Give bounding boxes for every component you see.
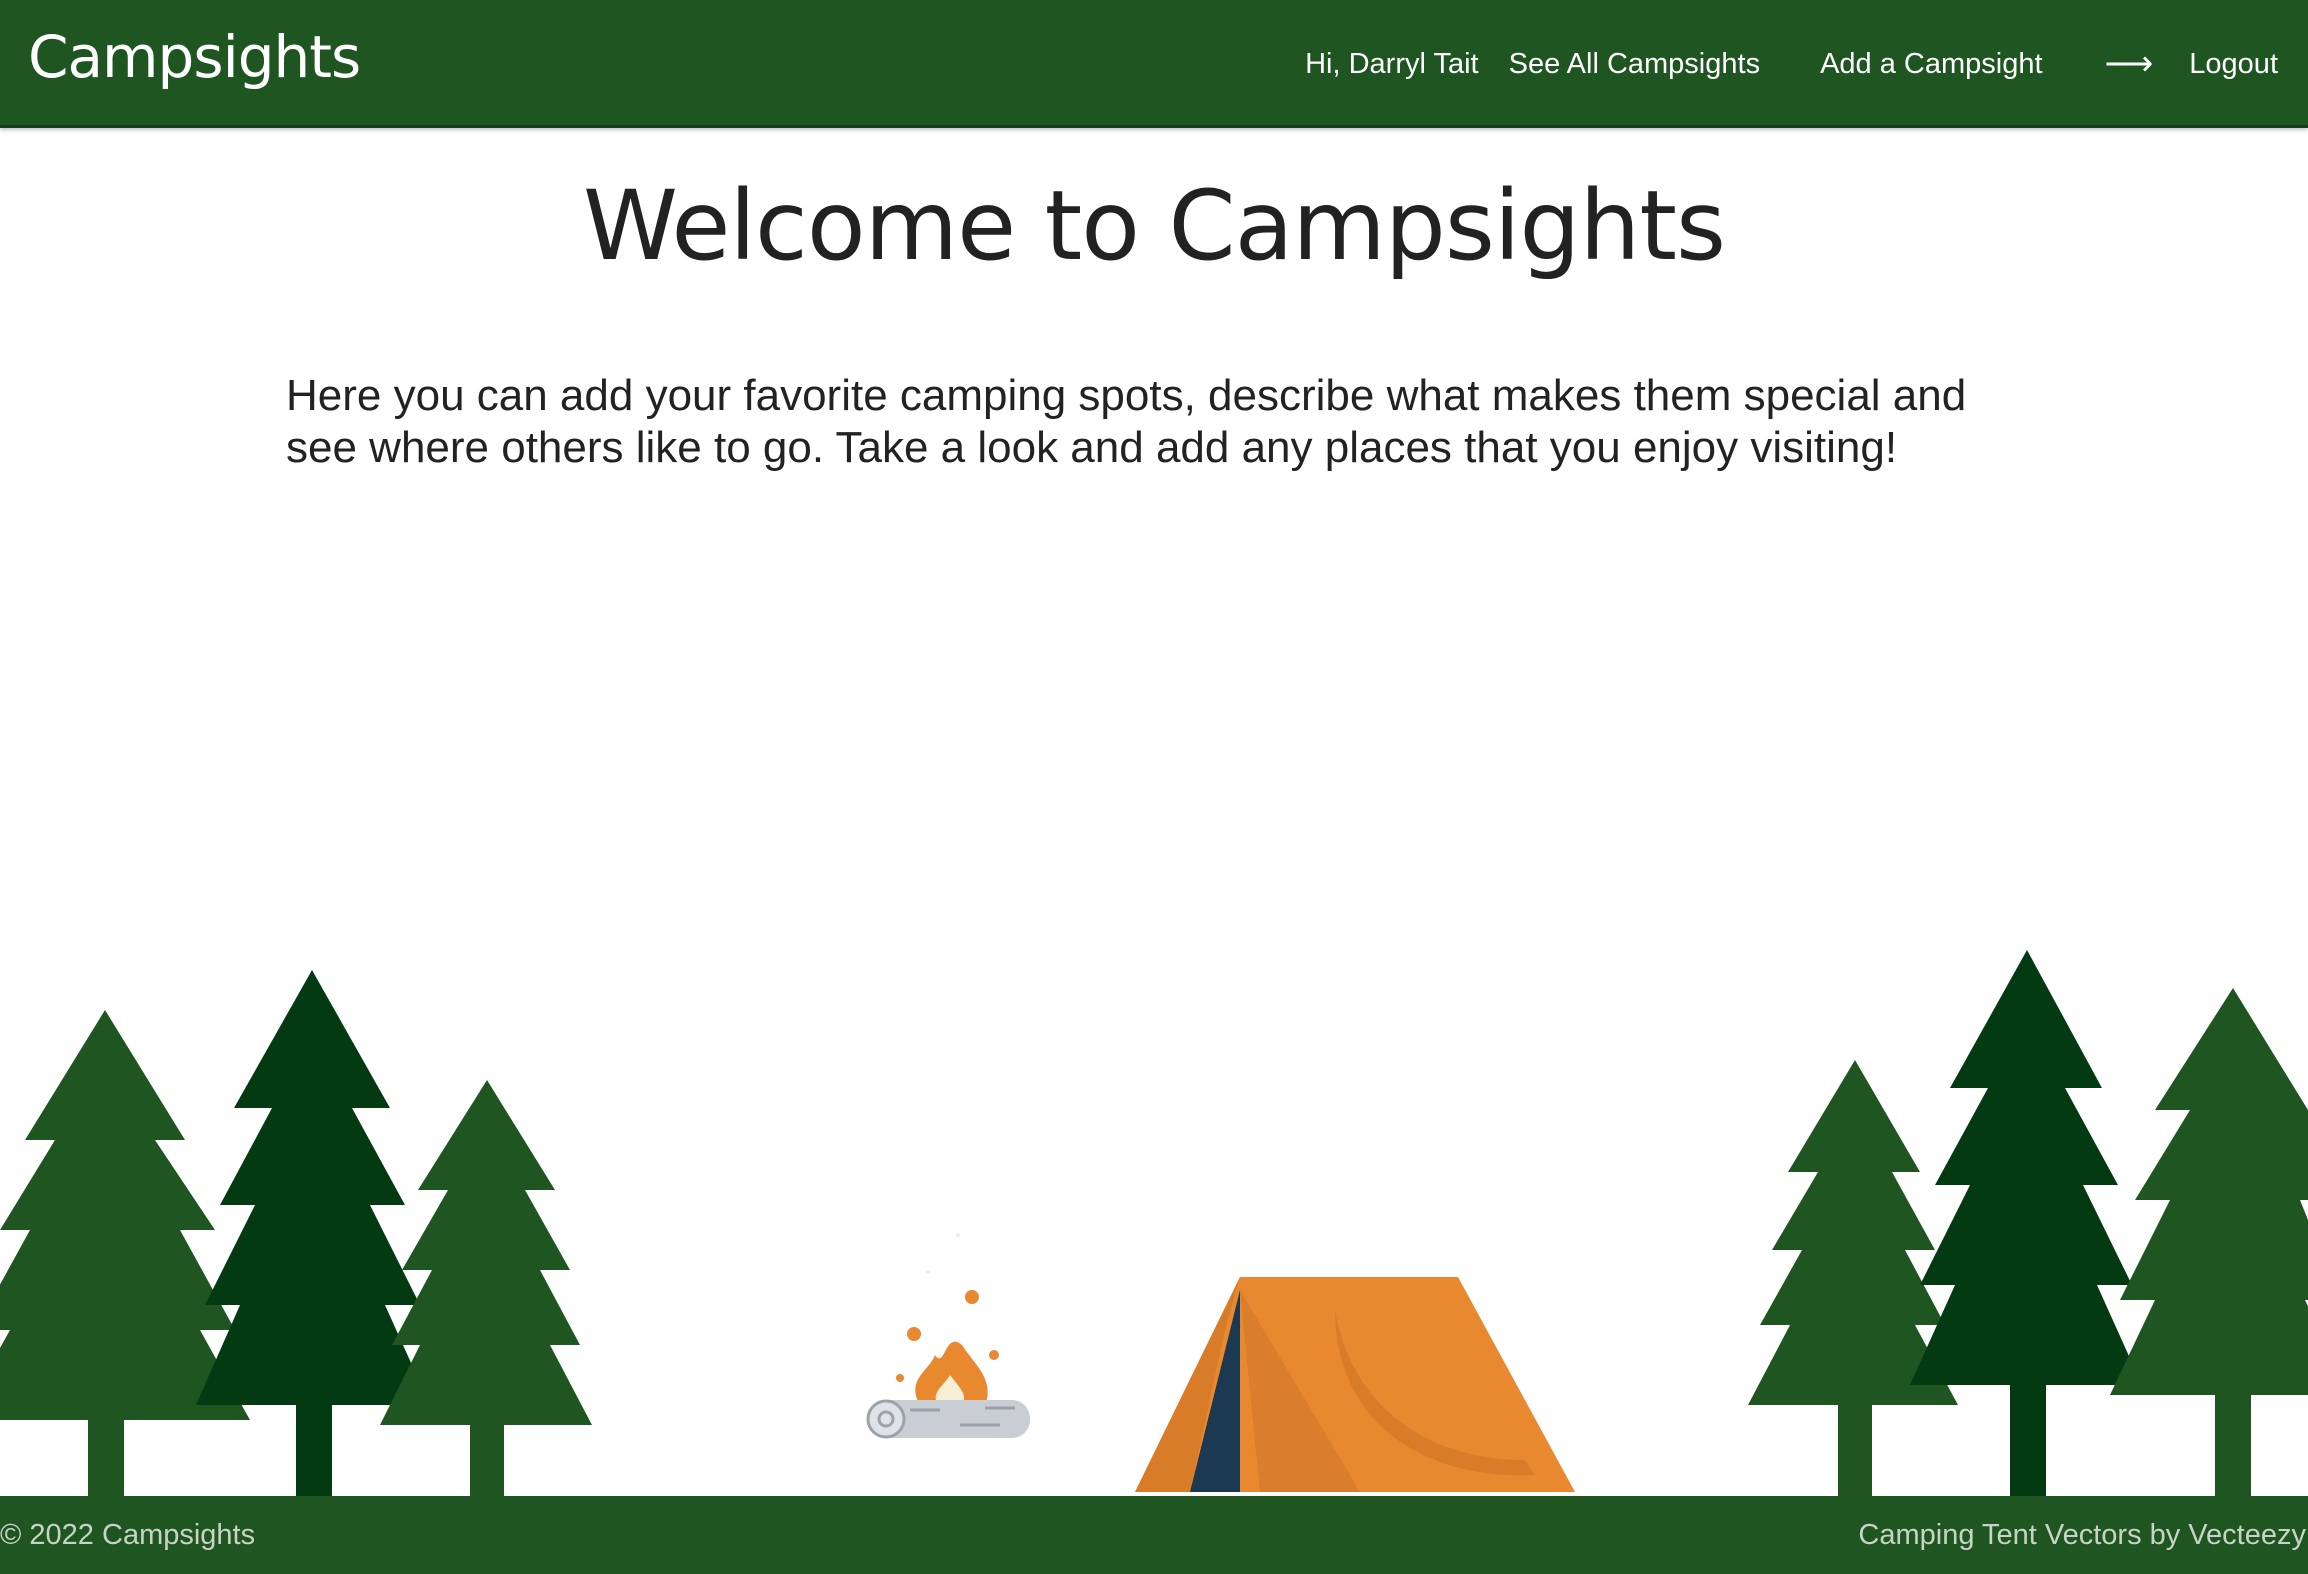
- tent-icon: [1135, 1277, 1575, 1492]
- brand-link[interactable]: Campsights: [28, 22, 361, 92]
- add-campsight-link[interactable]: Add a Campsight: [1820, 48, 2042, 81]
- navbar: Campsights Hi, Darryl Tait See All Camps…: [0, 0, 2308, 128]
- page-title: Welcome to Campsights: [583, 170, 1726, 282]
- campfire-icon: [866, 1233, 1030, 1439]
- logout-link[interactable]: Logout: [2189, 48, 2278, 81]
- footer: © 2022 Campsights Camping Tent Vectors b…: [0, 1496, 2308, 1574]
- nav-links: Hi, Darryl Tait See All Campsights Add a…: [1305, 0, 2278, 128]
- tree-icon: [0, 1010, 250, 1500]
- footer-copyright: © 2022 Campsights: [0, 1519, 256, 1551]
- arrow-right-icon: ⟶: [2104, 45, 2154, 83]
- footer-credit[interactable]: Camping Tent Vectors by Vecteezy: [1858, 1496, 2306, 1574]
- tree-icon: [1910, 950, 2142, 1500]
- see-all-campsights-link[interactable]: See All Campsights: [1509, 48, 1760, 81]
- camping-illustration: [0, 950, 2308, 1500]
- intro-text: Here you can add your favorite camping s…: [286, 371, 1967, 472]
- user-greeting: Hi, Darryl Tait: [1305, 47, 1479, 80]
- tree-icon: [2110, 988, 2308, 1500]
